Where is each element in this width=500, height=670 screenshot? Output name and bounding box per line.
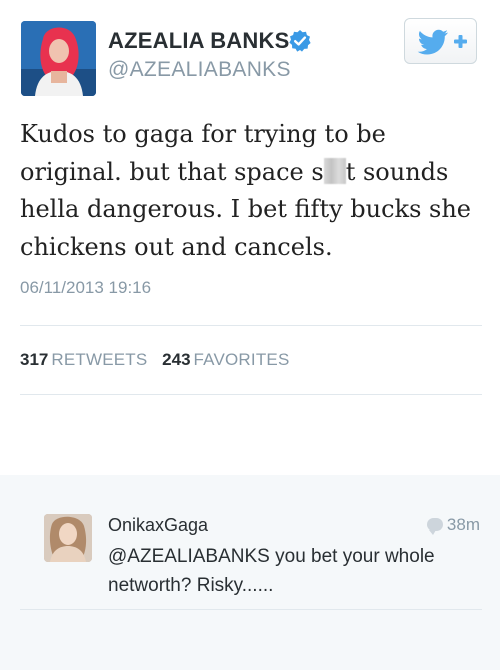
- reply-time[interactable]: 38m: [426, 515, 480, 535]
- verified-badge-icon: [289, 30, 311, 52]
- tweet-text: Kudos to gaga for trying to be original.…: [20, 116, 485, 266]
- tweet-timestamp[interactable]: 06/11/2013 19:16: [20, 278, 151, 298]
- reply-time-label: 38m: [446, 515, 480, 534]
- retweets-label[interactable]: RETWEETS: [51, 350, 147, 369]
- divider: [20, 325, 482, 326]
- profile-avatar[interactable]: [21, 21, 96, 96]
- reply-display-name[interactable]: OnikaxGaga: [108, 515, 208, 536]
- speech-bubble-icon: [426, 518, 443, 535]
- follow-button[interactable]: [404, 18, 477, 64]
- favorites-label[interactable]: FAVORITES: [194, 350, 290, 369]
- favorites-count[interactable]: 243: [162, 350, 190, 369]
- user-handle[interactable]: @AZEALIABANKS: [108, 58, 291, 82]
- reply-avatar[interactable]: [44, 514, 92, 562]
- main-tweet: AZEALIA BANKS @AZEALIABANKS Kudos to gag…: [0, 0, 500, 475]
- display-name[interactable]: AZEALIA BANKS: [108, 28, 289, 54]
- tweet-stats: 317 RETWEETS 243 FAVORITES: [20, 350, 299, 370]
- reply-text: @AZEALIABANKS you bet your whole networt…: [108, 546, 435, 596]
- section-gap: [0, 475, 500, 495]
- divider: [20, 394, 482, 395]
- censor-blur: [323, 157, 346, 184]
- retweets-count[interactable]: 317: [20, 350, 48, 369]
- reply-tweet[interactable]: OnikaxGaga 38m @AZEALIABANKS you bet you…: [0, 495, 500, 670]
- divider: [20, 609, 482, 610]
- twitter-bird-plus-icon: [417, 29, 467, 55]
